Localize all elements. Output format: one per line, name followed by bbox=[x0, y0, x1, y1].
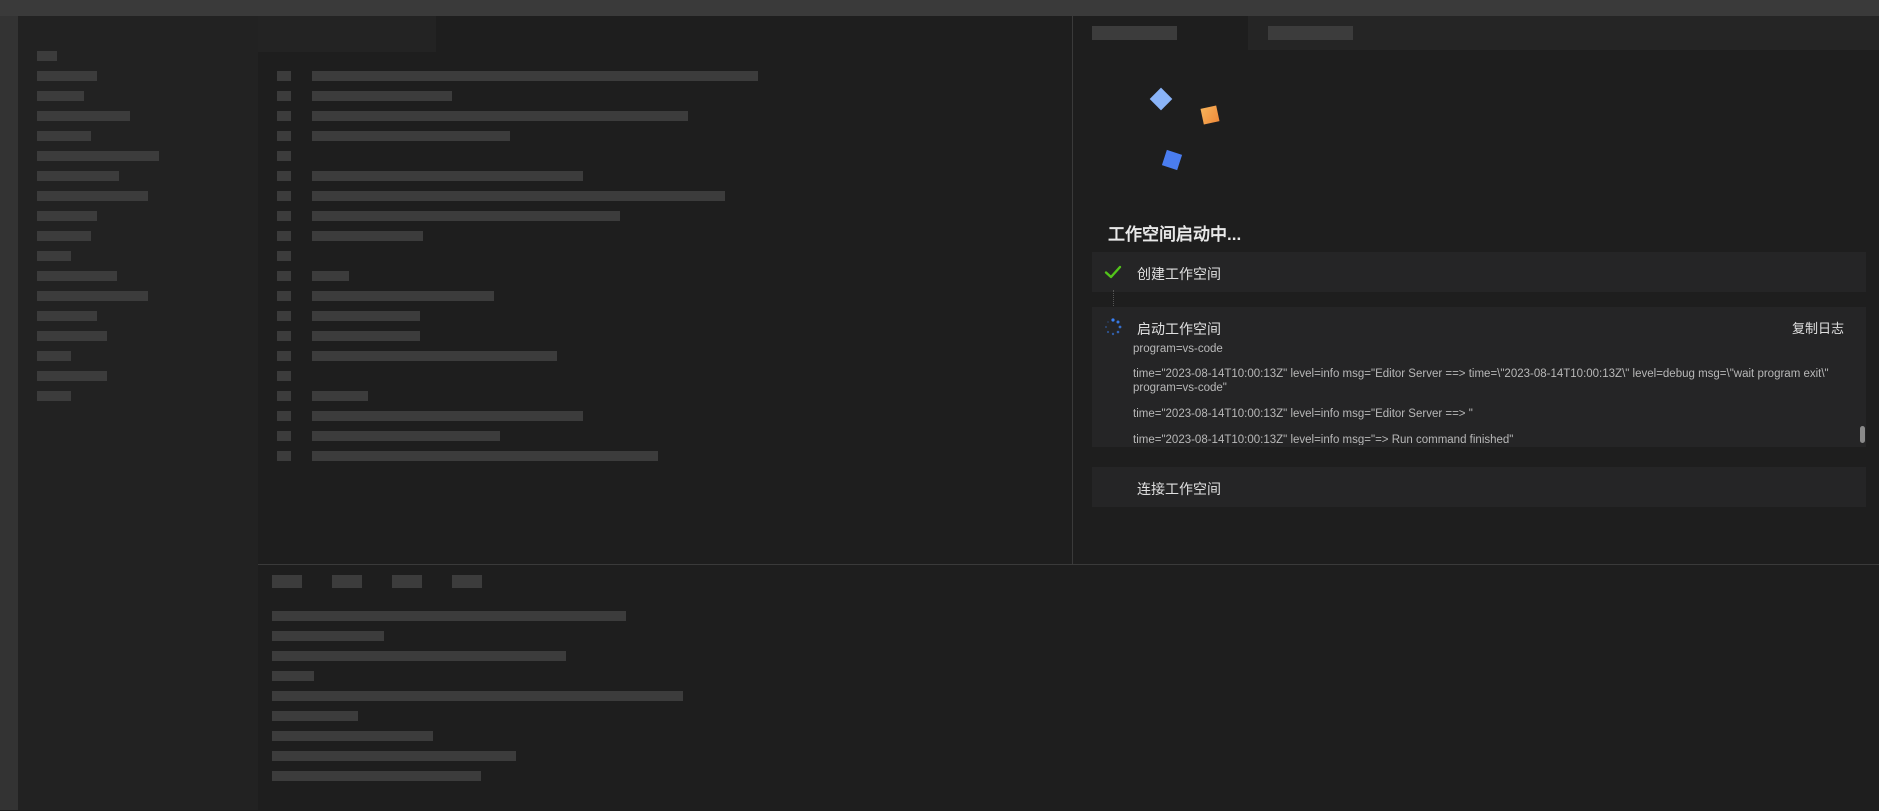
skeleton-line bbox=[37, 91, 84, 101]
log-output[interactable]: program=vs-code time="2023-08-14T10:00:1… bbox=[1133, 340, 1853, 445]
skeleton-gutter bbox=[277, 231, 291, 241]
skeleton-tab-label bbox=[452, 575, 482, 588]
step-connector bbox=[1113, 290, 1114, 306]
skeleton-line bbox=[37, 191, 148, 201]
log-line: program=vs-code bbox=[1133, 343, 1223, 355]
skeleton-gutter bbox=[277, 411, 291, 421]
skeleton-line bbox=[37, 231, 91, 241]
skeleton-line bbox=[37, 371, 107, 381]
skeleton-line bbox=[312, 271, 349, 281]
activity-bar bbox=[0, 16, 18, 810]
skeleton-tab-label bbox=[272, 575, 302, 588]
log-line: time="2023-08-14T10:00:13Z" level=info m… bbox=[1133, 408, 1473, 420]
sidebar-skeleton bbox=[18, 16, 258, 810]
check-icon bbox=[1104, 265, 1122, 279]
skeleton-gutter bbox=[277, 131, 291, 141]
skeleton-line bbox=[272, 771, 481, 781]
skeleton-line bbox=[312, 391, 368, 401]
skeleton-gutter bbox=[277, 171, 291, 181]
skeleton-tab-label bbox=[1268, 26, 1353, 40]
skeleton-gutter bbox=[277, 391, 291, 401]
skeleton-gutter bbox=[277, 431, 291, 441]
skeleton-line bbox=[272, 751, 516, 761]
skeleton-tab-label bbox=[1092, 26, 1177, 40]
step-create-workspace: 创建工作空间 bbox=[1092, 252, 1866, 292]
skeleton-line bbox=[312, 311, 420, 321]
skeleton-gutter bbox=[277, 271, 291, 281]
skeleton-tab-label bbox=[332, 575, 362, 588]
skeleton-line bbox=[37, 331, 107, 341]
step-label: 创建工作空间 bbox=[1137, 266, 1221, 282]
skeleton-gutter bbox=[277, 331, 291, 341]
skeleton-line bbox=[37, 111, 130, 121]
skeleton-line bbox=[272, 731, 433, 741]
skeleton-line bbox=[272, 671, 314, 681]
skeleton-line bbox=[37, 251, 71, 261]
logo-orange-shape bbox=[1200, 105, 1220, 125]
skeleton-gutter bbox=[277, 151, 291, 161]
skeleton-line bbox=[272, 691, 683, 701]
skeleton-line bbox=[272, 651, 566, 661]
skeleton-line bbox=[272, 611, 626, 621]
skeleton-gutter bbox=[277, 351, 291, 361]
skeleton-line bbox=[312, 451, 658, 461]
skeleton-line bbox=[37, 51, 57, 61]
editor-skeleton bbox=[258, 16, 1072, 564]
skeleton-line bbox=[312, 191, 725, 201]
skeleton-line bbox=[312, 231, 423, 241]
step-connect-workspace: 连接工作空间 bbox=[1092, 467, 1866, 507]
skeleton-line bbox=[312, 351, 557, 361]
skeleton-line bbox=[312, 131, 510, 141]
log-line: time="2023-08-14T10:00:13Z" level=info m… bbox=[1133, 434, 1514, 445]
skeleton-line bbox=[37, 71, 97, 81]
skeleton-gutter bbox=[277, 191, 291, 201]
editor-tab bbox=[258, 16, 436, 52]
skeleton-line bbox=[312, 431, 500, 441]
copy-log-button[interactable]: 复制日志 bbox=[1792, 318, 1844, 337]
log-line: time="2023-08-14T10:00:13Z" level=info m… bbox=[1133, 368, 1829, 394]
skeleton-line bbox=[312, 71, 758, 81]
skeleton-line bbox=[312, 211, 620, 221]
skeleton-line bbox=[37, 291, 148, 301]
skeleton-line bbox=[272, 711, 358, 721]
skeleton-line bbox=[37, 171, 119, 181]
skeleton-gutter bbox=[277, 91, 291, 101]
workspace-status-title: 工作空间启动中... bbox=[1108, 225, 1242, 244]
skeleton-line bbox=[272, 631, 384, 641]
skeleton-gutter bbox=[277, 291, 291, 301]
skeleton-gutter bbox=[277, 451, 291, 461]
skeleton-line bbox=[312, 411, 583, 421]
skeleton-line bbox=[312, 171, 583, 181]
skeleton-line bbox=[37, 211, 97, 221]
skeleton-gutter bbox=[277, 311, 291, 321]
skeleton-line bbox=[37, 271, 117, 281]
step-label: 连接工作空间 bbox=[1137, 481, 1221, 497]
skeleton-gutter bbox=[277, 251, 291, 261]
step-label: 启动工作空间 bbox=[1137, 321, 1221, 337]
skeleton-gutter bbox=[277, 211, 291, 221]
skeleton-gutter bbox=[277, 111, 291, 121]
log-scrollbar[interactable] bbox=[1860, 426, 1865, 443]
skeleton-line bbox=[37, 131, 91, 141]
skeleton-line bbox=[312, 291, 494, 301]
skeleton-gutter bbox=[277, 71, 291, 81]
skeleton-line bbox=[312, 91, 452, 101]
skeleton-line bbox=[37, 311, 97, 321]
skeleton-gutter bbox=[277, 371, 291, 381]
skeleton-line bbox=[37, 391, 71, 401]
skeleton-line bbox=[37, 351, 71, 361]
skeleton-tab-label bbox=[392, 575, 422, 588]
skeleton-line bbox=[37, 151, 159, 161]
window-title-bar bbox=[0, 0, 1879, 16]
bottom-panel-skeleton bbox=[258, 564, 1879, 811]
spinner-icon bbox=[1105, 318, 1122, 336]
skeleton-line bbox=[312, 331, 420, 341]
skeleton-line bbox=[312, 111, 688, 121]
